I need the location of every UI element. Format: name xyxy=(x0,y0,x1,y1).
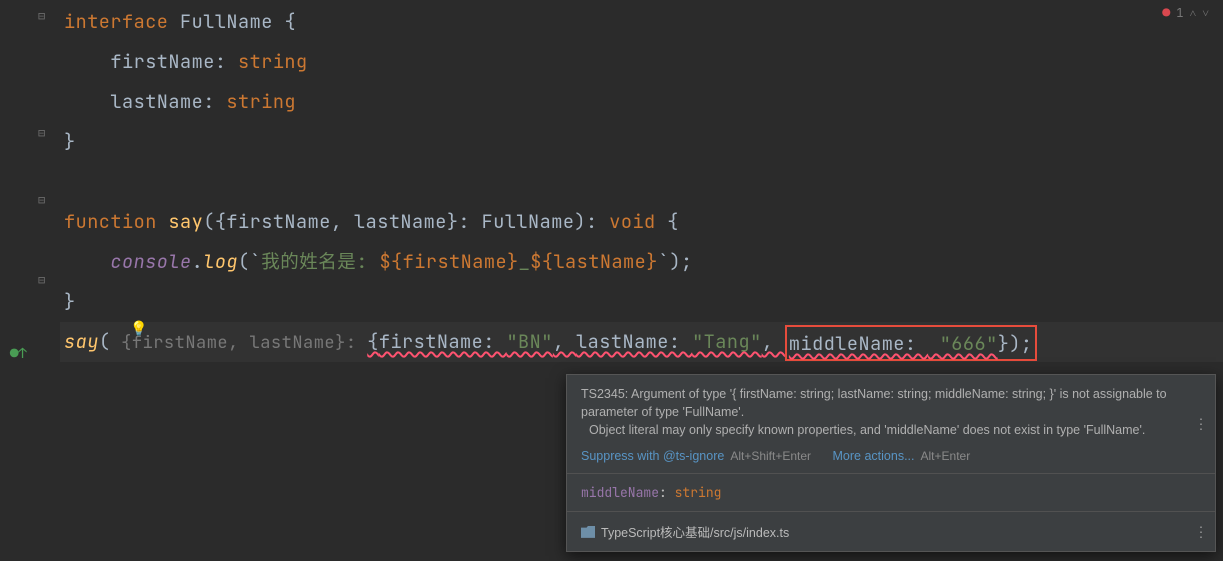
fold-icon[interactable]: ⊟ xyxy=(38,272,45,288)
shortcut-hint: Alt+Shift+Enter xyxy=(730,449,811,463)
error-tooltip: TS2345: Argument of type '{ firstName: s… xyxy=(566,374,1216,552)
error-message-detail: Object literal may only specify known pr… xyxy=(581,421,1201,439)
code-line: firstName: string xyxy=(60,42,1223,82)
folder-icon xyxy=(581,526,595,538)
code-line: console.log(`我的姓名是: ${firstName}_${lastN… xyxy=(60,242,1223,282)
code-line: } xyxy=(60,122,1223,162)
shortcut-hint: Alt+Enter xyxy=(921,449,971,463)
intention-bulb-icon[interactable]: 💡 xyxy=(130,320,147,338)
more-actions-link[interactable]: More actions... xyxy=(833,449,915,463)
code-line: function say({firstName, lastName}: Full… xyxy=(60,202,1223,242)
problems-badge[interactable]: ● 1 ˄ ˅ xyxy=(1162,4,1209,21)
error-count: 1 xyxy=(1176,5,1183,21)
chevron-down-icon[interactable]: ˅ xyxy=(1202,5,1209,21)
chevron-up-icon[interactable]: ˄ xyxy=(1189,5,1196,21)
code-line: interface FullName { xyxy=(60,2,1223,42)
error-dot-icon: ● xyxy=(1162,4,1170,21)
code-line: } xyxy=(60,282,1223,322)
fold-icon[interactable]: ⊟ xyxy=(38,8,45,24)
editor-gutter: ⊟ ⊟ ⊟ ⊟ ●↑ xyxy=(0,0,60,561)
code-line: say( {firstName, lastName}: {firstName: … xyxy=(60,322,1223,362)
file-path: TypeScript核心基础/src/js/index.ts xyxy=(601,522,789,541)
fold-icon[interactable]: ⊟ xyxy=(38,192,45,208)
run-gutter-icon[interactable]: ●↑ xyxy=(10,345,27,363)
kebab-icon[interactable]: ⋮ xyxy=(1194,416,1207,433)
code-line xyxy=(60,162,1223,202)
type-signature: middleName: string xyxy=(581,484,721,501)
code-line: lastName: string xyxy=(60,82,1223,122)
kebab-icon[interactable]: ⋮ xyxy=(1194,523,1207,540)
suppress-link[interactable]: Suppress with @ts-ignore xyxy=(581,449,724,463)
error-highlight-box: middleName: "666"}); xyxy=(785,325,1037,361)
fold-icon[interactable]: ⊟ xyxy=(38,125,45,141)
error-message: TS2345: Argument of type '{ firstName: s… xyxy=(581,385,1201,421)
